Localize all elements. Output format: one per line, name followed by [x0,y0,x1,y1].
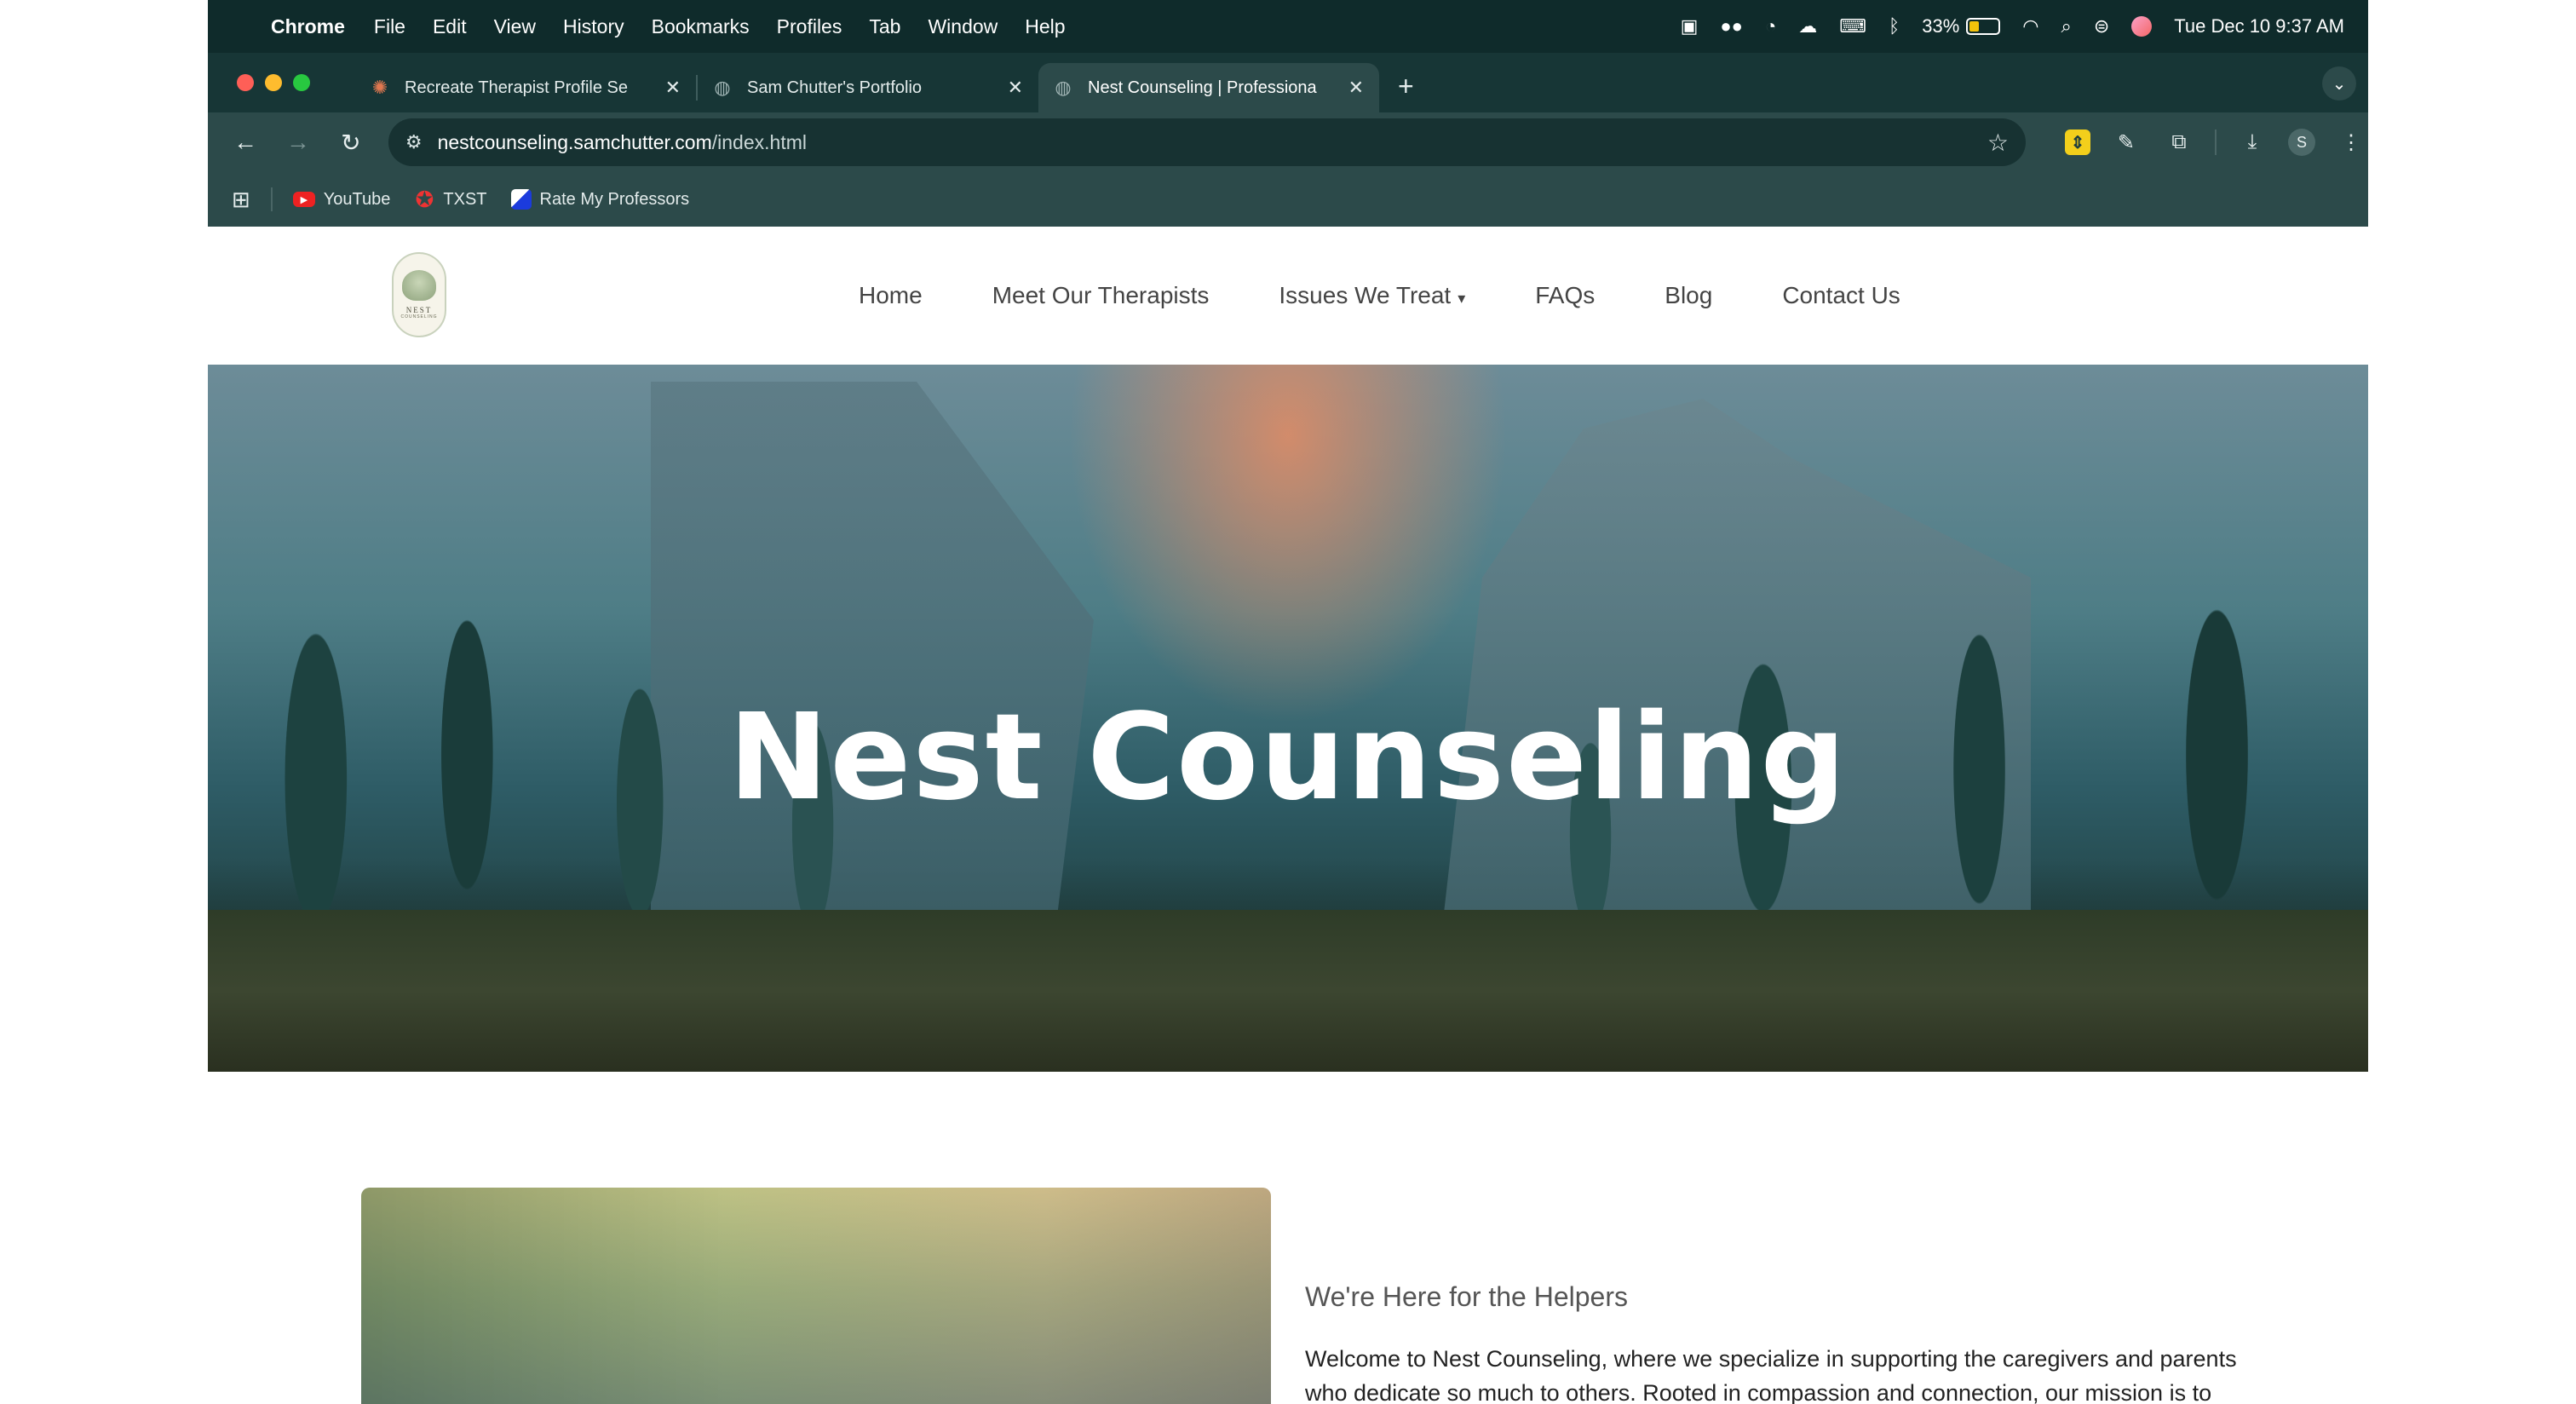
battery-level-fill [1969,21,1979,32]
nest-logo[interactable]: NEST COUNSELING [392,252,446,337]
web-page: NEST COUNSELING Home Meet Our Therapists… [208,227,2368,1404]
rmp-icon [510,189,532,210]
intro-paragraph: Welcome to Nest Counseling, where we spe… [1305,1346,2237,1404]
tree-logo-icon [402,270,436,301]
hero-banner: Nest Counseling [208,365,2368,1072]
site-header: NEST COUNSELING Home Meet Our Therapists… [208,227,2368,365]
nav-blog[interactable]: Blog [1665,282,1712,309]
close-tab-icon[interactable]: ✕ [665,77,681,99]
globe-icon: ◍ [714,77,731,98]
globe-icon: ◍ [1055,77,1072,98]
reload-button[interactable]: ↻ [332,124,370,161]
browser-window: ✺ Recreate Therapist Profile Se ✕ ◍ Sam … [208,53,2368,227]
bookmarks-separator [270,187,273,211]
tab-recreate-therapist[interactable]: ✺ Recreate Therapist Profile Se ✕ [355,63,696,112]
zoom-window-button[interactable] [293,74,310,91]
menu-view[interactable]: View [494,15,536,38]
tab-strip: ✺ Recreate Therapist Profile Se ✕ ◍ Sam … [208,53,2368,112]
address-bar[interactable]: ⚙ nestcounseling.samchutter.com/index.ht… [388,118,2026,166]
logo-subtext: COUNSELING [400,314,438,319]
menu-edit[interactable]: Edit [433,15,467,38]
extensions-puzzle-icon[interactable]: ⧉ [2162,125,2196,159]
apps-grid-icon[interactable]: ⊞ [232,187,250,213]
nav-meet-our-therapists[interactable]: Meet Our Therapists [992,282,1210,309]
close-tab-icon[interactable]: ✕ [1008,77,1023,99]
tab-title: Nest Counseling | Professiona [1088,78,1317,97]
browser-toolbar: ← → ↻ ⚙ nestcounseling.samchutter.com/in… [208,112,2368,172]
intro-photo [361,1188,1271,1404]
downloads-icon[interactable]: ⤓ [2235,125,2269,159]
youtube-icon: ▶ [292,192,315,207]
tab-title: Sam Chutter's Portfolio [747,78,923,97]
bookmark-star-icon[interactable]: ☆ [1987,129,2009,157]
control-center-icon[interactable]: ⊜ [2094,15,2109,37]
txst-icon: ✪ [415,186,434,212]
nav-home[interactable]: Home [859,282,923,309]
bookmark-youtube[interactable]: ▶ YouTube [292,189,391,210]
wifi-icon[interactable]: ◠ [2022,15,2038,37]
kebab-menu-icon[interactable]: ⋮ [2334,125,2368,159]
creative-cloud-icon[interactable]: ☁ [1798,15,1817,37]
menu-help[interactable]: Help [1025,15,1065,38]
menu-profiles[interactable]: Profiles [777,15,842,38]
url-text[interactable]: nestcounseling.samchutter.com/index.html [438,131,1987,154]
flickr-dots-icon[interactable]: ●● [1720,15,1743,37]
claude-starburst-icon: ✺ [371,77,388,98]
nav-contact-us[interactable]: Contact Us [1782,282,1900,309]
back-button[interactable]: ← [227,124,264,161]
battery-status[interactable]: 33% [1922,15,2001,37]
menu-tab[interactable]: Tab [869,15,900,38]
bookmark-label: YouTube [323,189,391,209]
siri-icon[interactable] [2131,16,2153,37]
intro-text-block: We're Here for the Helpers Welcome to Ne… [1305,1281,2242,1404]
keyboard-icon[interactable]: ⌨ [1839,15,1866,37]
tab-sam-chutter-portfolio[interactable]: ◍ Sam Chutter's Portfolio ✕ [698,63,1038,112]
main-nav: Home Meet Our Therapists Issues We Treat… [859,227,1970,365]
menu-window[interactable]: Window [928,15,998,38]
clock-icon[interactable]: ◔ [1765,15,1776,37]
caret-down-icon: ▾ [1458,290,1466,307]
minimize-window-button[interactable] [265,74,282,91]
close-window-button[interactable] [237,74,254,91]
menu-clock[interactable]: Tue Dec 10 9:37 AM [2174,15,2344,37]
macos-menu-bar: Chrome File Edit View History Bookmarks … [208,0,2368,53]
tab-nest-counseling[interactable]: ◍ Nest Counseling | Professiona ✕ [1038,63,1379,112]
logo-text: NEST [405,306,433,314]
outlook-icon[interactable]: ▣ [1681,15,1699,37]
profile-avatar[interactable]: S [2287,129,2315,156]
battery-icon [1966,18,2001,35]
intro-heading: We're Here for the Helpers [1305,1281,1628,1312]
menu-bookmarks[interactable]: Bookmarks [652,15,750,38]
bookmark-rate-my-professors[interactable]: Rate My Professors [510,189,690,210]
close-tab-icon[interactable]: ✕ [1348,77,1364,99]
bookmarks-bar: ⊞ ▶ YouTube ✪ TXST Rate My Professors [208,172,2368,227]
tab-title: Recreate Therapist Profile Se [405,78,628,97]
bookmark-label: TXST [443,189,487,209]
nav-faqs[interactable]: FAQs [1535,282,1595,309]
toolbar-separator [2214,129,2217,155]
hero-title: Nest Counseling [728,688,1848,827]
forward-button[interactable]: → [279,124,317,161]
intro-section: We're Here for the Helpers Welcome to Ne… [208,1072,2368,1404]
bluetooth-icon[interactable]: ᛒ [1889,15,1900,37]
bookmark-label: Rate My Professors [539,189,690,209]
battery-percent: 33% [1922,15,1960,37]
menu-app-name[interactable]: Chrome [271,15,345,38]
extension-honey-icon[interactable]: ⇕ [2064,129,2090,155]
menu-file[interactable]: File [374,15,405,38]
spotlight-search-icon[interactable]: ⌕ [2061,15,2071,37]
menu-history[interactable]: History [563,15,624,38]
site-info-icon[interactable]: ⚙ [405,131,423,153]
tab-search-chevron-icon[interactable]: ⌄ [2322,66,2356,101]
extension-eyedropper-icon[interactable]: ✎ [2109,125,2143,159]
nav-issues-we-treat[interactable]: Issues We Treat ▾ [1279,282,1465,309]
bookmark-txst[interactable]: ✪ TXST [414,186,487,212]
new-tab-button[interactable]: + [1398,71,1414,102]
window-controls [208,74,321,91]
meadow-shape [208,910,2368,1072]
